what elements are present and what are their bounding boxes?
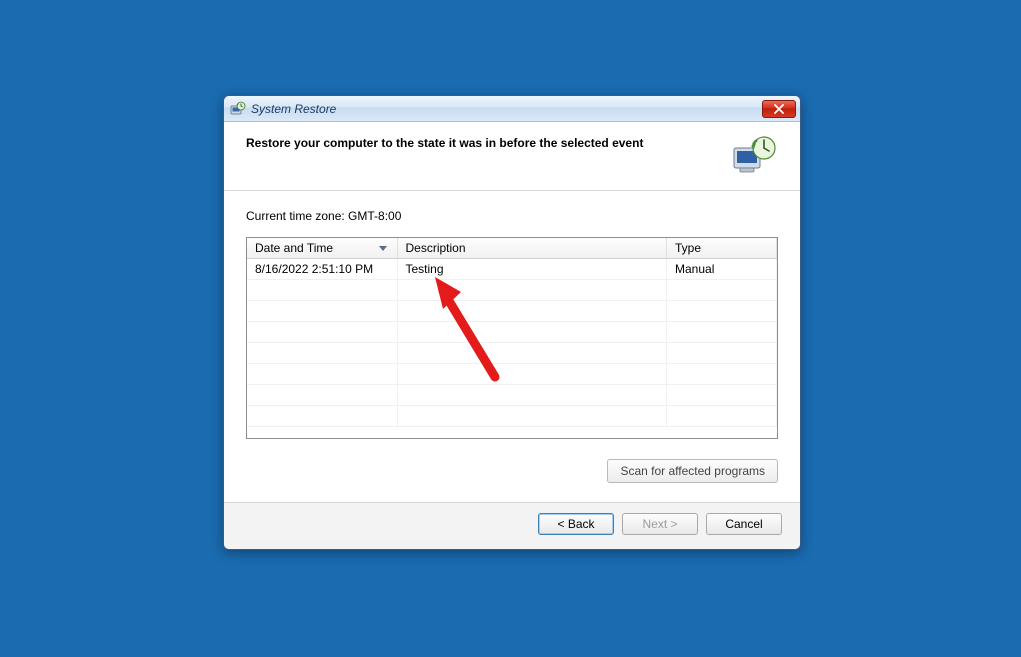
column-header-type-label: Type bbox=[675, 241, 701, 255]
wizard-footer: < Back Next > Cancel bbox=[224, 502, 800, 549]
table-row-empty: . bbox=[247, 385, 777, 406]
window-title: System Restore bbox=[251, 102, 762, 116]
table-row-empty: . bbox=[247, 343, 777, 364]
wizard-heading: Restore your computer to the state it wa… bbox=[246, 134, 716, 150]
cell-type: Manual bbox=[667, 259, 777, 280]
restore-points-table[interactable]: Date and Time Description Type bbox=[246, 237, 778, 439]
timezone-label: Current time zone: GMT-8:00 bbox=[246, 209, 778, 223]
table-row-empty: . bbox=[247, 364, 777, 385]
cancel-button[interactable]: Cancel bbox=[706, 513, 782, 535]
system-restore-hero-icon bbox=[732, 134, 778, 176]
titlebar[interactable]: System Restore bbox=[224, 96, 800, 122]
table-row-empty: . bbox=[247, 322, 777, 343]
column-header-type[interactable]: Type bbox=[667, 238, 777, 259]
column-header-description-label: Description bbox=[406, 241, 466, 255]
close-button[interactable] bbox=[762, 100, 796, 118]
wizard-header: Restore your computer to the state it wa… bbox=[224, 122, 800, 191]
close-icon bbox=[773, 104, 785, 114]
table-row[interactable]: 8/16/2022 2:51:10 PM Testing Manual bbox=[247, 259, 777, 280]
system-restore-icon bbox=[230, 101, 246, 117]
scan-affected-programs-button[interactable]: Scan for affected programs bbox=[607, 459, 778, 483]
cell-datetime: 8/16/2022 2:51:10 PM bbox=[247, 259, 397, 280]
back-button[interactable]: < Back bbox=[538, 513, 614, 535]
column-header-description[interactable]: Description bbox=[397, 238, 667, 259]
table-row-empty: . bbox=[247, 301, 777, 322]
cell-description: Testing bbox=[397, 259, 667, 280]
column-header-datetime-label: Date and Time bbox=[255, 241, 333, 255]
system-restore-window: System Restore Restore your computer to … bbox=[223, 95, 801, 550]
table-row-empty: . bbox=[247, 280, 777, 301]
next-button: Next > bbox=[622, 513, 698, 535]
table-row-empty: . bbox=[247, 406, 777, 427]
sort-descending-icon bbox=[379, 240, 387, 254]
wizard-body: Current time zone: GMT-8:00 Date and Tim… bbox=[224, 191, 800, 502]
column-header-datetime[interactable]: Date and Time bbox=[247, 238, 397, 259]
